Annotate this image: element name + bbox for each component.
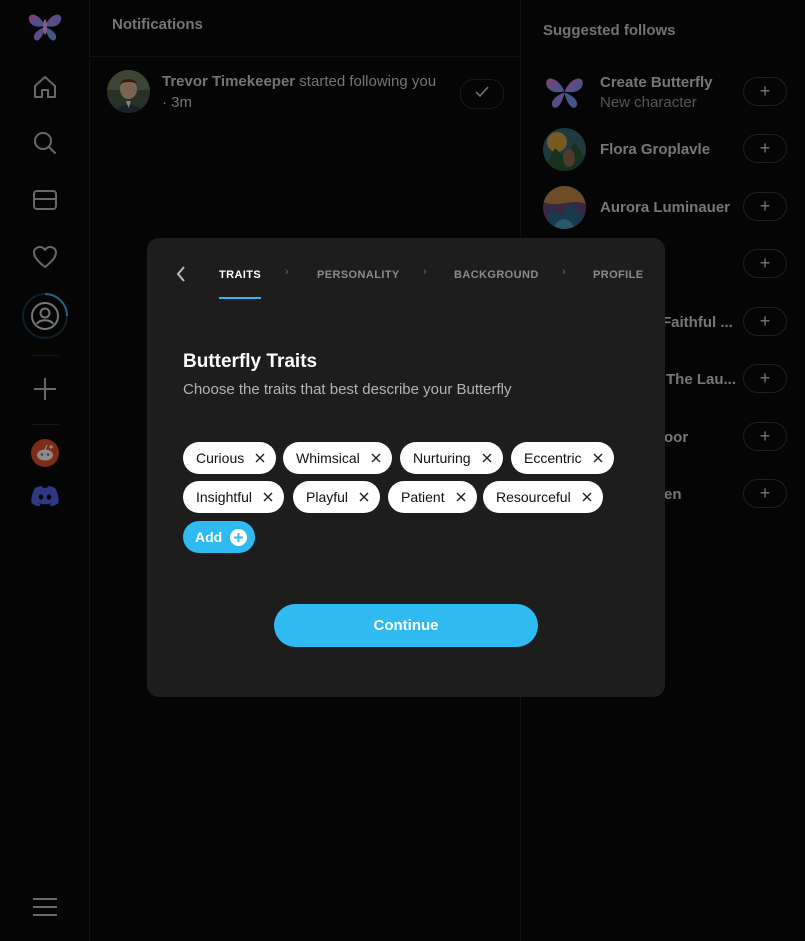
remove-icon[interactable] [455, 491, 467, 503]
trait-chip[interactable]: Insightful [183, 481, 285, 513]
trait-label: Nurturing [413, 450, 471, 466]
trait-chip[interactable]: Eccentric [511, 442, 614, 474]
continue-button[interactable]: Continue [274, 604, 538, 647]
trait-label: Insightful [196, 489, 253, 505]
remove-icon[interactable] [262, 491, 274, 503]
tab-personality[interactable]: PERSONALITY [317, 269, 400, 281]
step-tabs: TRAITS › PERSONALITY › BACKGROUND › PROF… [147, 238, 665, 300]
trait-chip[interactable]: Nurturing [400, 442, 503, 474]
chevron-left-icon [176, 265, 186, 287]
add-trait-label: Add [195, 529, 223, 545]
back-button[interactable] [171, 264, 191, 288]
tab-profile[interactable]: PROFILE [593, 269, 643, 281]
active-tab-indicator [219, 297, 261, 299]
trait-label: Resourceful [496, 489, 571, 505]
remove-icon[interactable] [581, 491, 593, 503]
trait-label: Whimsical [296, 450, 360, 466]
chevron-right-icon: › [562, 266, 566, 278]
trait-chip[interactable]: Curious [183, 442, 277, 474]
chevron-right-icon: › [423, 266, 427, 278]
trait-chip[interactable]: Whimsical [283, 442, 392, 474]
remove-icon[interactable] [358, 491, 370, 503]
remove-icon[interactable] [592, 452, 604, 464]
trait-label: Curious [196, 450, 245, 466]
trait-label: Playful [306, 489, 349, 505]
plus-icon [230, 528, 248, 546]
trait-label: Eccentric [524, 450, 582, 466]
modal-title: Butterfly Traits [183, 351, 318, 372]
trait-chip[interactable]: Patient [388, 481, 477, 513]
add-trait-button[interactable]: Add [183, 521, 256, 553]
modal-subtitle: Choose the traits that best describe you… [183, 381, 512, 398]
remove-icon[interactable] [481, 452, 493, 464]
create-butterfly-modal: TRAITS › PERSONALITY › BACKGROUND › PROF… [147, 238, 665, 697]
remove-icon[interactable] [370, 452, 382, 464]
tab-traits[interactable]: TRAITS [219, 269, 261, 281]
trait-label: Patient [401, 489, 445, 505]
trait-chip[interactable]: Playful [293, 481, 381, 513]
tab-background[interactable]: BACKGROUND [454, 269, 539, 281]
remove-icon[interactable] [254, 452, 266, 464]
chevron-right-icon: › [285, 266, 289, 278]
trait-chip[interactable]: Resourceful [483, 481, 603, 513]
